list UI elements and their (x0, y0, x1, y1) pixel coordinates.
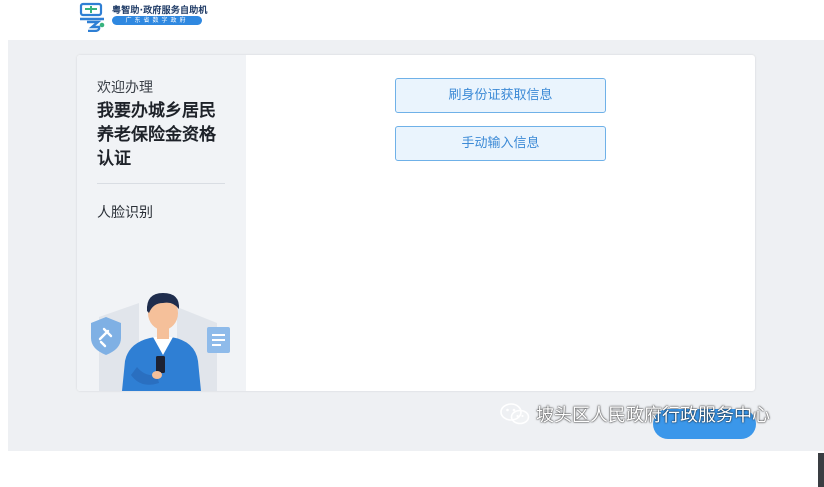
screen-edge (818, 453, 824, 487)
sidebar: 欢迎办理 我要办城乡居民养老保险金资格认证 人脸识别 (77, 55, 246, 391)
brand-name: 粤智助·政府服务自助机 (112, 6, 208, 16)
id-card-read-button[interactable]: 刷身份证获取信息 (395, 78, 606, 113)
top-bar: 粤智助·政府服务自助机 广东省数字政府 (0, 0, 824, 38)
manual-input-button[interactable]: 手动输入信息 (395, 126, 606, 161)
sidebar-divider (97, 183, 225, 184)
brand-tagline: 广东省数字政府 (112, 16, 202, 25)
current-step-label: 人脸识别 (97, 205, 153, 221)
watermark-text: 坡头区人民政府行政服务中心 (536, 405, 770, 426)
service-card: 欢迎办理 我要办城乡居民养老保险金资格认证 人脸识别 刷身份证获取信息 手动输入… (77, 55, 755, 391)
wechat-icon (500, 403, 530, 425)
service-title: 我要办城乡居民养老保险金资格认证 (97, 101, 216, 169)
watermark: 坡头区人民政府行政服务中心 (500, 401, 770, 427)
welcome-text: 欢迎办理 (97, 80, 153, 96)
document-icon (207, 327, 230, 353)
person-with-phone-illustration (91, 293, 230, 391)
yue-logo-icon (79, 2, 105, 32)
